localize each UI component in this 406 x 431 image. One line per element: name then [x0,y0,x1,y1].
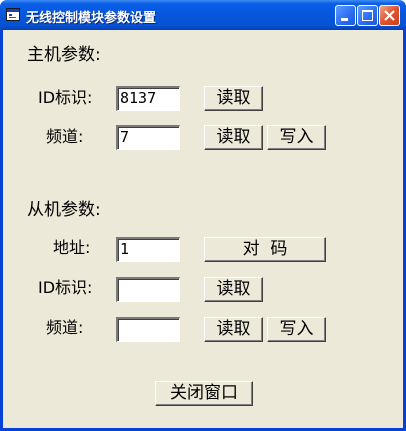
host-read-channel-button[interactable]: 读取 [204,125,263,150]
app-window-icon [6,8,20,21]
slave-id-field[interactable] [116,277,180,302]
host-section-label: 主机参数: [27,45,101,65]
dialog-window: 无线控制模块参数设置 主机参数: ID标识: 8137 读取 频道: 7 读取 … [0,0,406,431]
slave-channel-field[interactable] [116,317,180,342]
pair-code-button[interactable]: 对 码 [204,237,326,262]
host-id-field[interactable]: 8137 [116,86,180,111]
title-bar[interactable]: 无线控制模块参数设置 [0,0,406,30]
host-write-channel-button[interactable]: 写入 [267,125,326,150]
maximize-icon [362,10,373,21]
close-button[interactable] [379,5,400,26]
slave-read-id-button[interactable]: 读取 [204,277,263,302]
slave-channel-label: 频道: [46,318,84,337]
minimize-icon [341,18,348,21]
host-id-label: ID标识: [38,88,93,107]
close-window-button[interactable]: 关闭窗口 [155,381,253,406]
slave-address-field[interactable]: 1 [116,237,180,262]
host-channel-label: 频道: [46,127,84,146]
window-title: 无线控制模块参数设置 [26,11,157,26]
slave-read-channel-button[interactable]: 读取 [204,317,263,342]
dialog-body: 主机参数: ID标识: 8137 读取 频道: 7 读取 写入 从机参数: 地址… [3,30,403,428]
close-icon [384,10,395,21]
slave-section-label: 从机参数: [27,200,101,220]
slave-write-channel-button[interactable]: 写入 [267,317,326,342]
host-channel-field[interactable]: 7 [116,125,180,150]
maximize-button[interactable] [357,5,378,26]
slave-id-label: ID标识: [38,278,93,297]
slave-address-label: 地址: [53,238,91,257]
host-read-id-button[interactable]: 读取 [204,86,263,111]
minimize-button[interactable] [335,5,356,26]
